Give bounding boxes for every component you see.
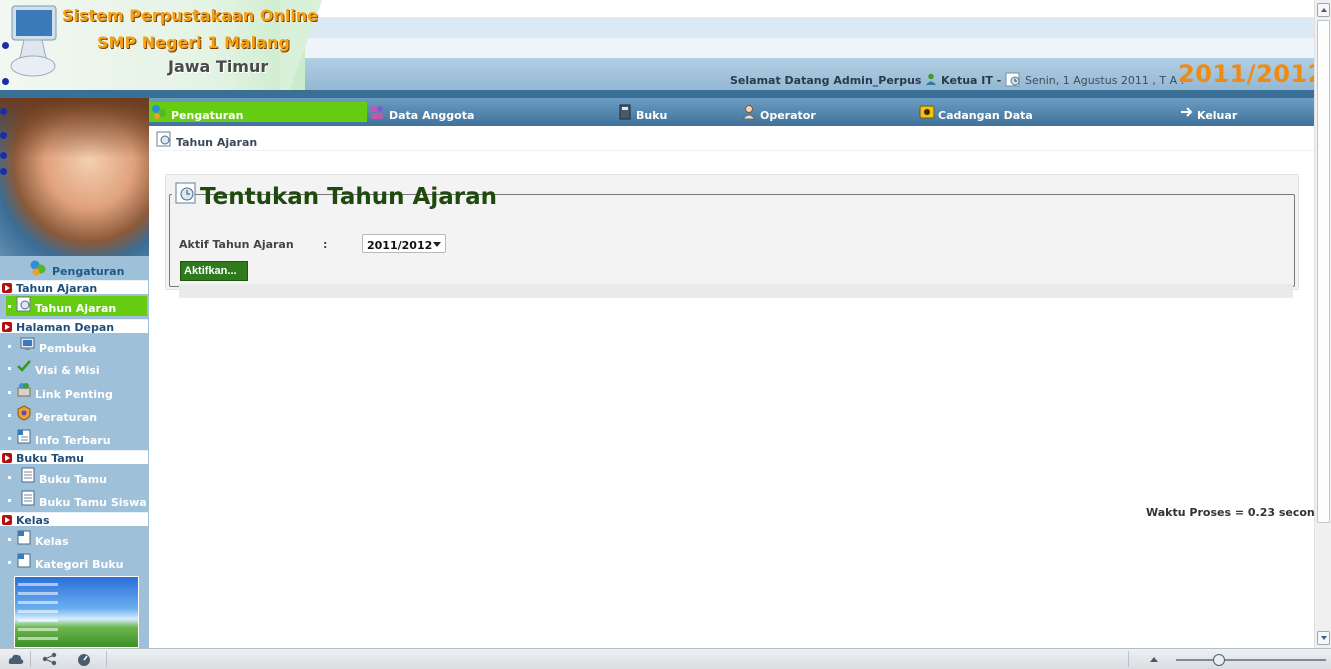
browser-viewport: Sistem Perpustakaan Online SMP Negeri 1 … bbox=[0, 0, 1314, 648]
section-arrow-icon bbox=[2, 283, 12, 293]
sidebar-item-link-penting[interactable]: Link Penting bbox=[6, 382, 147, 402]
calendar-icon bbox=[16, 296, 31, 312]
calendar-icon bbox=[1005, 72, 1020, 87]
region-name: Jawa Timur bbox=[168, 57, 269, 76]
sidebar-item-visi-misi[interactable]: Visi & Misi bbox=[6, 358, 147, 378]
user-icon bbox=[926, 73, 937, 85]
form-row: Aktif Tahun Ajaran : 2011/2012 Aktifkan.… bbox=[179, 230, 1293, 298]
sidebar-item-kategori-buku[interactable]: Kategori Buku bbox=[6, 552, 147, 572]
guestbook-icon bbox=[21, 467, 35, 483]
operator-photo bbox=[0, 98, 149, 256]
sidebar-section-halaman-depan[interactable]: Halaman Depan bbox=[0, 319, 148, 334]
operator-icon bbox=[741, 105, 757, 120]
calendar-icon bbox=[175, 182, 196, 204]
welcome-date: Senin, 1 Agustus 2011 , T A : bbox=[1024, 74, 1185, 87]
info-icon bbox=[17, 429, 31, 444]
share-icon[interactable] bbox=[42, 652, 58, 666]
sidebar-item-buku-tamu[interactable]: Buku Tamu bbox=[6, 467, 147, 487]
scroll-up-button[interactable] bbox=[1317, 3, 1330, 17]
speedometer-icon[interactable] bbox=[76, 652, 92, 666]
zoom-menu-icon[interactable] bbox=[1150, 657, 1158, 662]
section-arrow-icon bbox=[2, 453, 12, 463]
welcome-bar: Selamat Datang Admin_Perpus Ketua IT - S… bbox=[730, 71, 1184, 87]
panel-title: Tentukan Tahun Ajaran bbox=[172, 179, 497, 211]
sidebar: Pengaturan Tahun Ajaran Tahun Ajaran Hal… bbox=[0, 98, 149, 648]
active-year-label: Aktif Tahun Ajaran bbox=[179, 238, 294, 251]
process-time: Waktu Proses = 0.23 seconds bbox=[1146, 506, 1314, 519]
nav-keluar[interactable]: Keluar bbox=[1177, 102, 1247, 122]
scroll-down-button[interactable] bbox=[1317, 631, 1330, 645]
site-title: Sistem Perpustakaan Online bbox=[62, 6, 318, 25]
cloud-icon[interactable] bbox=[8, 652, 24, 666]
panel-title-text: Tentukan Tahun Ajaran bbox=[200, 184, 497, 210]
vertical-scrollbar[interactable] bbox=[1314, 0, 1331, 648]
sidebar-item-kelas[interactable]: Kelas bbox=[6, 529, 147, 549]
scrollbar-thumb[interactable] bbox=[1317, 20, 1330, 523]
welcome-role: Ketua IT - bbox=[941, 74, 1002, 87]
logout-icon bbox=[1181, 107, 1193, 117]
school-name: SMP Negeri 1 Malang bbox=[97, 33, 290, 52]
breadcrumb: Tahun Ajaran bbox=[149, 127, 1314, 151]
chevron-down-icon bbox=[433, 242, 441, 247]
class-icon bbox=[17, 530, 31, 545]
site-header: Sistem Perpustakaan Online SMP Negeri 1 … bbox=[0, 0, 1314, 98]
sidebar-item-tahun-ajaran[interactable]: Tahun Ajaran bbox=[6, 296, 147, 316]
settings-icon bbox=[30, 260, 46, 276]
nav-operator[interactable]: Operator bbox=[739, 102, 829, 122]
settings-icon bbox=[152, 105, 166, 119]
calendar-icon bbox=[156, 131, 171, 147]
section-arrow-icon bbox=[2, 515, 12, 525]
sidebar-item-buku-tamu-siswa[interactable]: Buku Tamu Siswa bbox=[6, 490, 147, 510]
zoom-slider[interactable] bbox=[1176, 659, 1326, 661]
browser-status-bar bbox=[0, 648, 1331, 669]
members-icon bbox=[371, 106, 383, 119]
sidebar-section-tahun-ajaran[interactable]: Tahun Ajaran bbox=[0, 280, 148, 295]
welcome-user: Selamat Datang Admin_Perpus bbox=[730, 74, 922, 87]
top-navigation: Pengaturan Data Anggota Buku Operator Ca… bbox=[149, 98, 1314, 126]
sidebar-section-buku-tamu[interactable]: Buku Tamu bbox=[0, 450, 148, 465]
activate-button[interactable]: Aktifkan... bbox=[180, 261, 248, 281]
tahun-ajaran-panel: Aktif Tahun Ajaran : 2011/2012 Aktifkan.… bbox=[165, 174, 1299, 298]
book-icon bbox=[619, 104, 631, 120]
active-year-display: 2011/2012 bbox=[1178, 60, 1314, 88]
year-select[interactable]: 2011/2012 bbox=[362, 234, 446, 253]
guestbook-icon bbox=[21, 490, 35, 506]
breadcrumb-label: Tahun Ajaran bbox=[176, 136, 258, 149]
sidebar-item-peraturan[interactable]: Peraturan bbox=[6, 405, 147, 425]
checkmark-icon bbox=[17, 360, 31, 372]
sidebar-section-kelas[interactable]: Kelas bbox=[0, 512, 148, 527]
backup-icon bbox=[919, 105, 935, 119]
arrow-up-icon bbox=[1321, 8, 1327, 12]
sidebar-menu-title-label: Pengaturan bbox=[52, 265, 125, 278]
zoom-slider-knob[interactable] bbox=[1213, 654, 1225, 666]
sidebar-item-info-terbaru[interactable]: Info Terbaru bbox=[6, 428, 147, 448]
arrow-down-icon bbox=[1321, 636, 1327, 640]
category-icon bbox=[17, 553, 31, 568]
computer-logo-icon bbox=[10, 5, 57, 77]
field-colon: : bbox=[323, 238, 328, 251]
desktop-screenshot-thumbnail bbox=[14, 576, 139, 648]
nav-pengaturan[interactable]: Pengaturan bbox=[149, 102, 367, 122]
nav-data-anggota[interactable]: Data Anggota bbox=[367, 102, 487, 122]
rules-icon bbox=[17, 405, 31, 421]
year-select-value: 2011/2012 bbox=[367, 239, 433, 252]
nav-cadangan-data[interactable]: Cadangan Data bbox=[917, 102, 1047, 122]
monitor-icon bbox=[20, 337, 35, 350]
link-icon bbox=[17, 383, 31, 397]
sidebar-menu-title: Pengaturan bbox=[0, 258, 149, 280]
section-arrow-icon bbox=[2, 322, 12, 332]
nav-buku[interactable]: Buku bbox=[615, 102, 685, 122]
sidebar-item-pembuka[interactable]: Pembuka bbox=[6, 336, 147, 356]
